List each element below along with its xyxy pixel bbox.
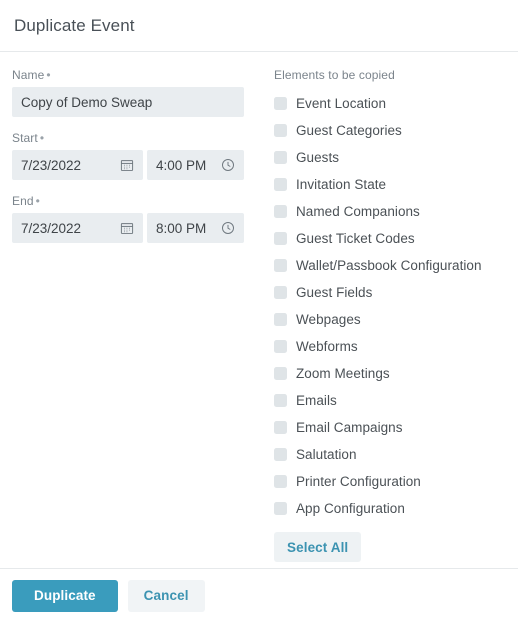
end-label: End • [12, 194, 260, 208]
calendar-icon[interactable] [120, 158, 134, 172]
element-checkbox-row[interactable]: Webpages [274, 306, 506, 333]
name-input-value: Copy of Demo Sweap [21, 94, 153, 110]
checkbox-unchecked-icon[interactable] [274, 421, 287, 434]
start-time-value: 4:00 PM [156, 157, 207, 173]
element-checkbox-label: Salutation [296, 447, 357, 462]
checkbox-unchecked-icon[interactable] [274, 178, 287, 191]
checkbox-unchecked-icon[interactable] [274, 475, 287, 488]
name-input[interactable]: Copy of Demo Sweap [12, 87, 244, 117]
element-checkbox-label: Invitation State [296, 177, 387, 192]
start-field-group: Start • 7/23/2022 4:00 PM [12, 131, 260, 180]
required-marker-icon: • [46, 68, 51, 82]
start-datetime-row: 7/23/2022 4:00 PM [12, 150, 260, 180]
dialog-footer: Duplicate Cancel [0, 568, 518, 622]
checkbox-unchecked-icon[interactable] [274, 259, 287, 272]
end-time-value: 8:00 PM [156, 220, 207, 236]
checkbox-unchecked-icon[interactable] [274, 97, 287, 110]
end-time-input[interactable]: 8:00 PM [147, 213, 244, 243]
element-checkbox-row[interactable]: Event Location [274, 90, 506, 117]
element-checkbox-row[interactable]: Invitation State [274, 171, 506, 198]
element-checkbox-row[interactable]: Wallet/Passbook Configuration [274, 252, 506, 279]
element-checkbox-row[interactable]: Guest Ticket Codes [274, 225, 506, 252]
checkbox-unchecked-icon[interactable] [274, 232, 287, 245]
start-time-input[interactable]: 4:00 PM [147, 150, 244, 180]
element-checkbox-label: Wallet/Passbook Configuration [296, 258, 482, 273]
checkbox-unchecked-icon[interactable] [274, 340, 287, 353]
element-checkbox-label: App Configuration [296, 501, 405, 516]
start-date-value: 7/23/2022 [21, 157, 82, 173]
duplicate-event-dialog: Duplicate Event Name • Copy of Demo Sweap… [0, 0, 518, 622]
dialog-body: Name • Copy of Demo Sweap Start • 7/23/202… [0, 52, 518, 568]
start-label: Start • [12, 131, 260, 145]
element-checkbox-row[interactable]: App Configuration [274, 495, 506, 522]
name-field-group: Name • Copy of Demo Sweap [12, 68, 260, 117]
element-checkbox-label: Guests [296, 150, 340, 165]
element-checkbox-row[interactable]: Emails [274, 387, 506, 414]
element-checkbox-label: Named Companions [296, 204, 420, 219]
element-checkbox-row[interactable]: Guests [274, 144, 506, 171]
cancel-button[interactable]: Cancel [127, 579, 205, 612]
clock-icon[interactable] [221, 221, 235, 235]
elements-column: Elements to be copied Event Location Gues… [260, 68, 506, 562]
duplicate-button[interactable]: Duplicate [12, 579, 118, 612]
checkbox-unchecked-icon[interactable] [274, 205, 287, 218]
required-marker-icon: • [35, 194, 40, 208]
calendar-icon[interactable] [120, 221, 134, 235]
checkbox-unchecked-icon[interactable] [274, 286, 287, 299]
element-checkbox-label: Webforms [296, 339, 358, 354]
start-label-text: Start [12, 131, 38, 145]
end-datetime-row: 7/23/2022 8:00 PM [12, 213, 260, 243]
start-date-input[interactable]: 7/23/2022 [12, 150, 143, 180]
element-checkbox-label: Guest Categories [296, 123, 402, 138]
element-checkbox-label: Webpages [296, 312, 361, 327]
element-checkbox-label: Guest Fields [296, 285, 373, 300]
name-label: Name • [12, 68, 260, 82]
end-date-value: 7/23/2022 [21, 220, 82, 236]
element-checkbox-row[interactable]: Guest Categories [274, 117, 506, 144]
element-checkbox-row[interactable]: Salutation [274, 441, 506, 468]
required-marker-icon: • [39, 131, 45, 145]
checkbox-unchecked-icon[interactable] [274, 394, 287, 407]
checkbox-unchecked-icon[interactable] [274, 313, 287, 326]
element-checkbox-row[interactable]: Email Campaigns [274, 414, 506, 441]
element-checkbox-label: Zoom Meetings [296, 366, 390, 381]
end-field-group: End • 7/23/2022 8:00 PM [12, 194, 260, 243]
end-label-text: End [12, 194, 34, 208]
clock-icon[interactable] [221, 158, 235, 172]
element-checkbox-row[interactable]: Webforms [274, 333, 506, 360]
elements-heading: Elements to be copied [274, 68, 395, 82]
elements-checkbox-list: Event Location Guest Categories Guests Invi… [274, 90, 506, 522]
checkbox-unchecked-icon[interactable] [274, 151, 287, 164]
element-checkbox-label: Emails [296, 393, 337, 408]
element-checkbox-row[interactable]: Guest Fields [274, 279, 506, 306]
dialog-header: Duplicate Event [0, 0, 518, 52]
name-label-text: Name [12, 68, 45, 82]
element-checkbox-row[interactable]: Named Companions [274, 198, 506, 225]
end-date-input[interactable]: 7/23/2022 [12, 213, 143, 243]
element-checkbox-label: Event Location [296, 96, 387, 111]
form-column: Name • Copy of Demo Sweap Start • 7/23/202… [12, 68, 260, 257]
select-all-button[interactable]: Select All [274, 532, 362, 562]
dialog-title: Duplicate Event [14, 15, 135, 35]
element-checkbox-label: Printer Configuration [296, 474, 421, 489]
checkbox-unchecked-icon[interactable] [274, 448, 287, 461]
element-checkbox-row[interactable]: Zoom Meetings [274, 360, 506, 387]
checkbox-unchecked-icon[interactable] [274, 502, 287, 515]
checkbox-unchecked-icon[interactable] [274, 367, 287, 380]
element-checkbox-label: Guest Ticket Codes [296, 231, 415, 246]
element-checkbox-label: Email Campaigns [296, 420, 403, 435]
element-checkbox-row[interactable]: Printer Configuration [274, 468, 506, 495]
checkbox-unchecked-icon[interactable] [274, 124, 287, 137]
